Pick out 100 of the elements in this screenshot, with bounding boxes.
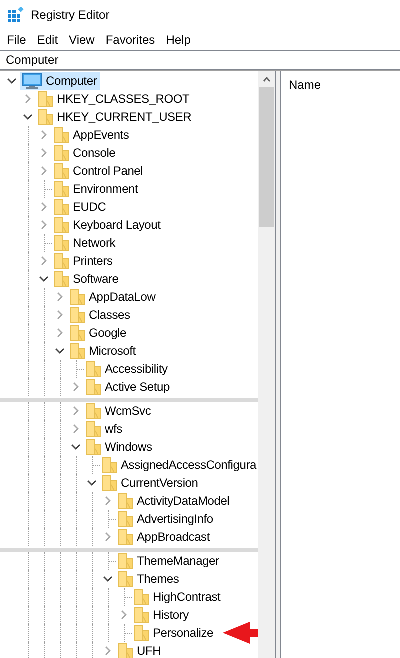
tree-item[interactable]: ActivityDataModel: [116, 492, 233, 510]
folder-icon: [118, 571, 133, 587]
folder-icon: [134, 589, 149, 605]
folder-icon: [86, 379, 101, 395]
tree-item[interactable]: AppDataLow: [68, 288, 159, 306]
tree-item[interactable]: HKEY_CLASSES_ROOT: [36, 90, 193, 108]
folder-icon: [38, 109, 53, 125]
collapsed-chevron-icon[interactable]: [25, 94, 31, 104]
collapsed-chevron-icon[interactable]: [105, 646, 111, 656]
folder-icon: [54, 181, 69, 197]
folder-icon: [102, 475, 117, 491]
folder-icon: [54, 145, 69, 161]
folder-icon: [54, 127, 69, 143]
tree-item[interactable]: AppEvents: [52, 126, 132, 144]
collapsed-chevron-icon[interactable]: [57, 310, 63, 320]
scroll-up-icon[interactable]: [262, 76, 270, 82]
tree-item[interactable]: Personalize: [132, 624, 217, 642]
folder-icon: [118, 529, 133, 545]
folder-icon: [70, 289, 85, 305]
menu-item[interactable]: Help: [161, 33, 197, 47]
tree-item[interactable]: Printers: [52, 252, 116, 270]
tree-item[interactable]: Control Panel: [52, 162, 146, 180]
window-title: Registry Editor: [31, 8, 110, 22]
tree-item[interactable]: Google: [68, 324, 130, 342]
folder-icon: [134, 625, 149, 641]
tree-item[interactable]: HKEY_CURRENT_USER: [36, 108, 195, 126]
menu-item[interactable]: View: [64, 33, 101, 47]
scrollbar-thumb[interactable]: [259, 87, 274, 227]
folder-icon: [70, 343, 85, 359]
tree-item[interactable]: HighContrast: [132, 588, 224, 606]
tree-item[interactable]: AppBroadcast: [116, 528, 213, 546]
folder-icon: [70, 307, 85, 323]
tree-item[interactable]: WcmSvc: [84, 402, 154, 420]
tree-item[interactable]: Microsoft: [68, 342, 139, 360]
folder-icon: [70, 325, 85, 341]
expanded-chevron-icon[interactable]: [7, 78, 17, 84]
collapsed-chevron-icon[interactable]: [73, 424, 79, 434]
tree-item[interactable]: Themes: [116, 570, 182, 588]
collapsed-chevron-icon[interactable]: [73, 406, 79, 416]
folder-icon: [54, 271, 69, 287]
folder-icon: [118, 493, 133, 509]
scrollbar[interactable]: [258, 71, 275, 658]
tree-item[interactable]: Accessibility: [84, 360, 171, 378]
computer-icon: [22, 73, 42, 89]
folder-icon: [118, 643, 133, 658]
tree-item[interactable]: Active Setup: [84, 378, 173, 396]
expanded-chevron-icon[interactable]: [87, 480, 97, 486]
tree-item[interactable]: EUDC: [52, 198, 110, 216]
address-field[interactable]: Computer: [0, 50, 400, 70]
collapsed-chevron-icon[interactable]: [57, 328, 63, 338]
menu-item[interactable]: File: [2, 33, 32, 47]
tree-item[interactable]: History: [132, 606, 192, 624]
tree-item[interactable]: Environment: [52, 180, 142, 198]
folder-icon: [54, 217, 69, 233]
tree-item[interactable]: Computer: [20, 72, 100, 90]
folder-icon: [86, 361, 101, 377]
collapsed-chevron-icon[interactable]: [105, 532, 111, 542]
collapsed-chevron-icon[interactable]: [41, 256, 47, 266]
expanded-chevron-icon[interactable]: [71, 444, 81, 450]
registry-icon: [8, 7, 24, 23]
collapsed-chevron-icon[interactable]: [41, 166, 47, 176]
folder-icon: [134, 607, 149, 623]
collapsed-chevron-icon[interactable]: [41, 130, 47, 140]
folder-icon: [54, 235, 69, 251]
folder-icon: [54, 253, 69, 269]
tree-item[interactable]: UFH: [116, 642, 164, 658]
expanded-chevron-icon[interactable]: [39, 276, 49, 282]
folder-icon: [38, 91, 53, 107]
folder-icon: [102, 457, 117, 473]
collapsed-chevron-icon[interactable]: [121, 610, 127, 620]
tree-item[interactable]: AssignedAccessConfigura: [100, 456, 258, 474]
collapsed-chevron-icon[interactable]: [41, 220, 47, 230]
expanded-chevron-icon[interactable]: [23, 114, 33, 120]
tree-item[interactable]: CurrentVersion: [100, 474, 202, 492]
collapsed-chevron-icon[interactable]: [73, 382, 79, 392]
tree-item[interactable]: Keyboard Layout: [52, 216, 164, 234]
folder-icon: [86, 403, 101, 419]
tree-item[interactable]: Network: [52, 234, 119, 252]
tree-item[interactable]: ThemeManager: [116, 552, 222, 570]
tree-item[interactable]: Windows: [84, 438, 156, 456]
tree-item[interactable]: wfs: [84, 420, 126, 438]
folder-icon: [118, 553, 133, 569]
expanded-chevron-icon[interactable]: [55, 348, 65, 354]
menu-item[interactable]: Favorites: [100, 33, 162, 47]
column-header[interactable]: Name: [289, 78, 400, 92]
folder-icon: [86, 421, 101, 437]
menu-item[interactable]: Edit: [32, 33, 64, 47]
folder-icon: [54, 163, 69, 179]
tree-item[interactable]: Software: [52, 270, 122, 288]
tree-item[interactable]: Console: [52, 144, 119, 162]
collapsed-chevron-icon[interactable]: [41, 148, 47, 158]
folder-icon: [86, 439, 101, 455]
collapsed-chevron-icon[interactable]: [105, 496, 111, 506]
folder-icon: [54, 199, 69, 215]
tree-item[interactable]: AdvertisingInfo: [116, 510, 216, 528]
tree-item[interactable]: Classes: [68, 306, 134, 324]
collapsed-chevron-icon[interactable]: [57, 292, 63, 302]
folder-icon: [118, 511, 133, 527]
expanded-chevron-icon[interactable]: [103, 576, 113, 582]
collapsed-chevron-icon[interactable]: [41, 202, 47, 212]
